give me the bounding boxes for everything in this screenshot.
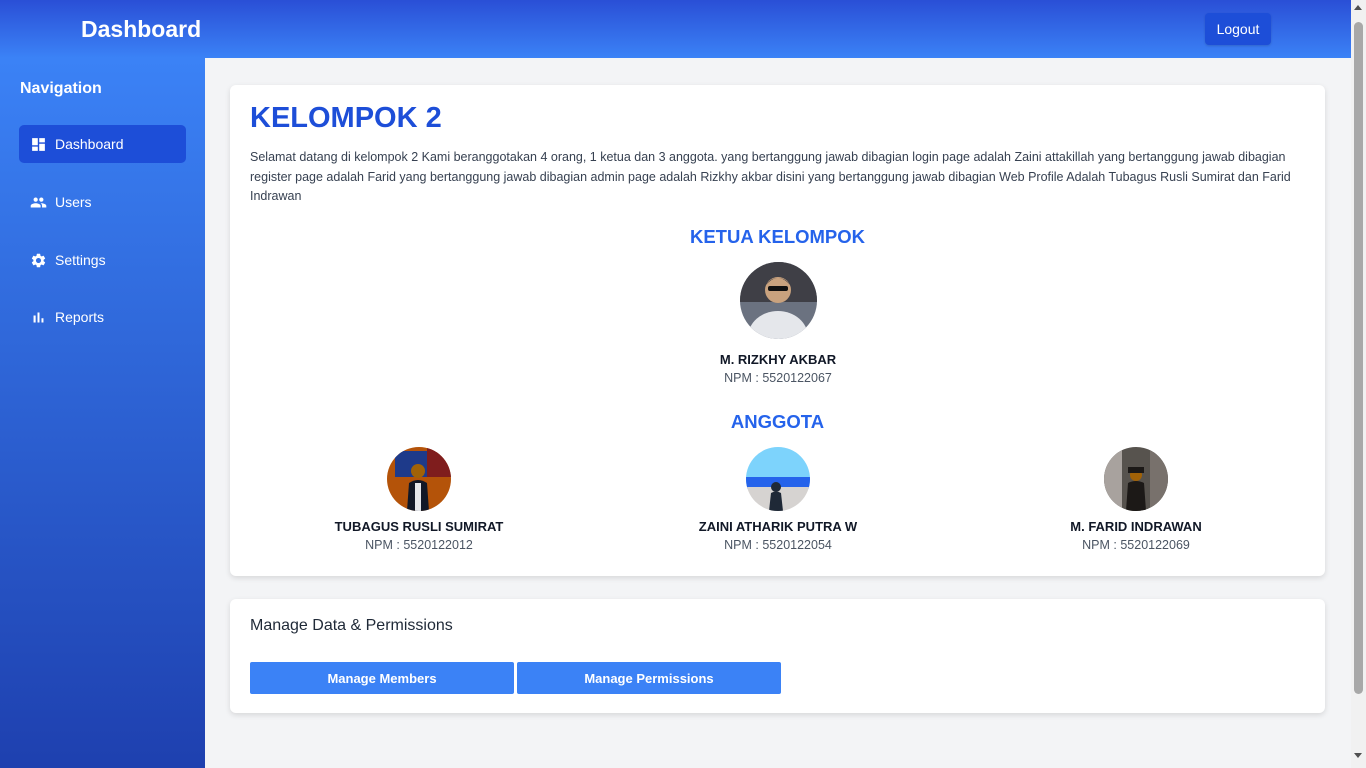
members-heading: ANGGOTA (730, 411, 825, 432)
manage-permissions-button[interactable]: Manage Permissions (517, 662, 781, 694)
sidebar-item-label: Users (55, 194, 92, 210)
member-profile: ZAINI ATHARIK PUTRA W NPM : 5520122054 (658, 447, 898, 552)
vertical-scrollbar[interactable] (1351, 0, 1366, 768)
scroll-thumb[interactable] (1354, 22, 1363, 694)
manage-card: Manage Data & Permissions Manage Members… (230, 599, 1325, 713)
avatar (1104, 447, 1168, 511)
scroll-down-icon[interactable] (1354, 753, 1362, 758)
app-title: Dashboard (81, 16, 202, 42)
sidebar-item-label: Settings (55, 252, 106, 268)
member-name: M. RIZKHY AKBAR (719, 352, 837, 367)
leader-heading: KETUA KELOMPOK (689, 226, 866, 247)
sidebar-heading: Navigation (20, 80, 102, 97)
intro-text: Selamat datang di kelompok 2 Kami berang… (250, 150, 1291, 203)
users-icon (30, 197, 47, 207)
sidebar-item-reports[interactable]: Reports (19, 298, 186, 336)
member-name: ZAINI ATHARIK PUTRA W (698, 519, 858, 534)
member-name: M. FARID INDRAWAN (1070, 519, 1202, 534)
sidebar-item-settings[interactable]: Settings (19, 241, 186, 279)
avatar (387, 447, 451, 511)
sidebar: Navigation Dashboard Users Settings Repo… (0, 58, 205, 768)
manage-members-button[interactable]: Manage Members (250, 662, 514, 694)
gear-icon (31, 253, 46, 267)
sidebar-item-label: Dashboard (55, 136, 124, 152)
member-name: TUBAGUS RUSLI SUMIRAT (334, 519, 504, 534)
logout-button[interactable]: Logout (1205, 13, 1271, 45)
member-profile: M. FARID INDRAWAN NPM : 5520122069 (1016, 447, 1256, 552)
dashboard-icon (32, 137, 45, 151)
top-header: Dashboard Logout (0, 0, 1351, 58)
sidebar-item-users[interactable]: Users (19, 183, 186, 221)
avatar (746, 447, 810, 511)
member-npm: NPM : 5520122067 (724, 371, 832, 385)
group-card: KELOMPOK 2 Selamat datang di kelompok 2 … (230, 85, 1325, 576)
scroll-up-icon[interactable] (1354, 5, 1362, 10)
sidebar-item-dashboard[interactable]: Dashboard (19, 125, 186, 163)
main-content: KELOMPOK 2 Selamat datang di kelompok 2 … (205, 58, 1351, 768)
page-title: KELOMPOK 2 (250, 102, 442, 134)
member-npm: NPM : 5520122012 (365, 538, 473, 552)
leader-profile: M. RIZKHY AKBAR NPM : 5520122067 (658, 262, 898, 385)
member-profile: TUBAGUS RUSLI SUMIRAT NPM : 5520122012 (299, 447, 539, 552)
manage-title: Manage Data & Permissions (250, 617, 453, 634)
sidebar-item-label: Reports (55, 309, 105, 325)
bar-chart-icon (33, 312, 44, 322)
member-npm: NPM : 5520122069 (1082, 538, 1190, 552)
avatar (739, 262, 817, 339)
member-npm: NPM : 5520122054 (724, 538, 832, 552)
